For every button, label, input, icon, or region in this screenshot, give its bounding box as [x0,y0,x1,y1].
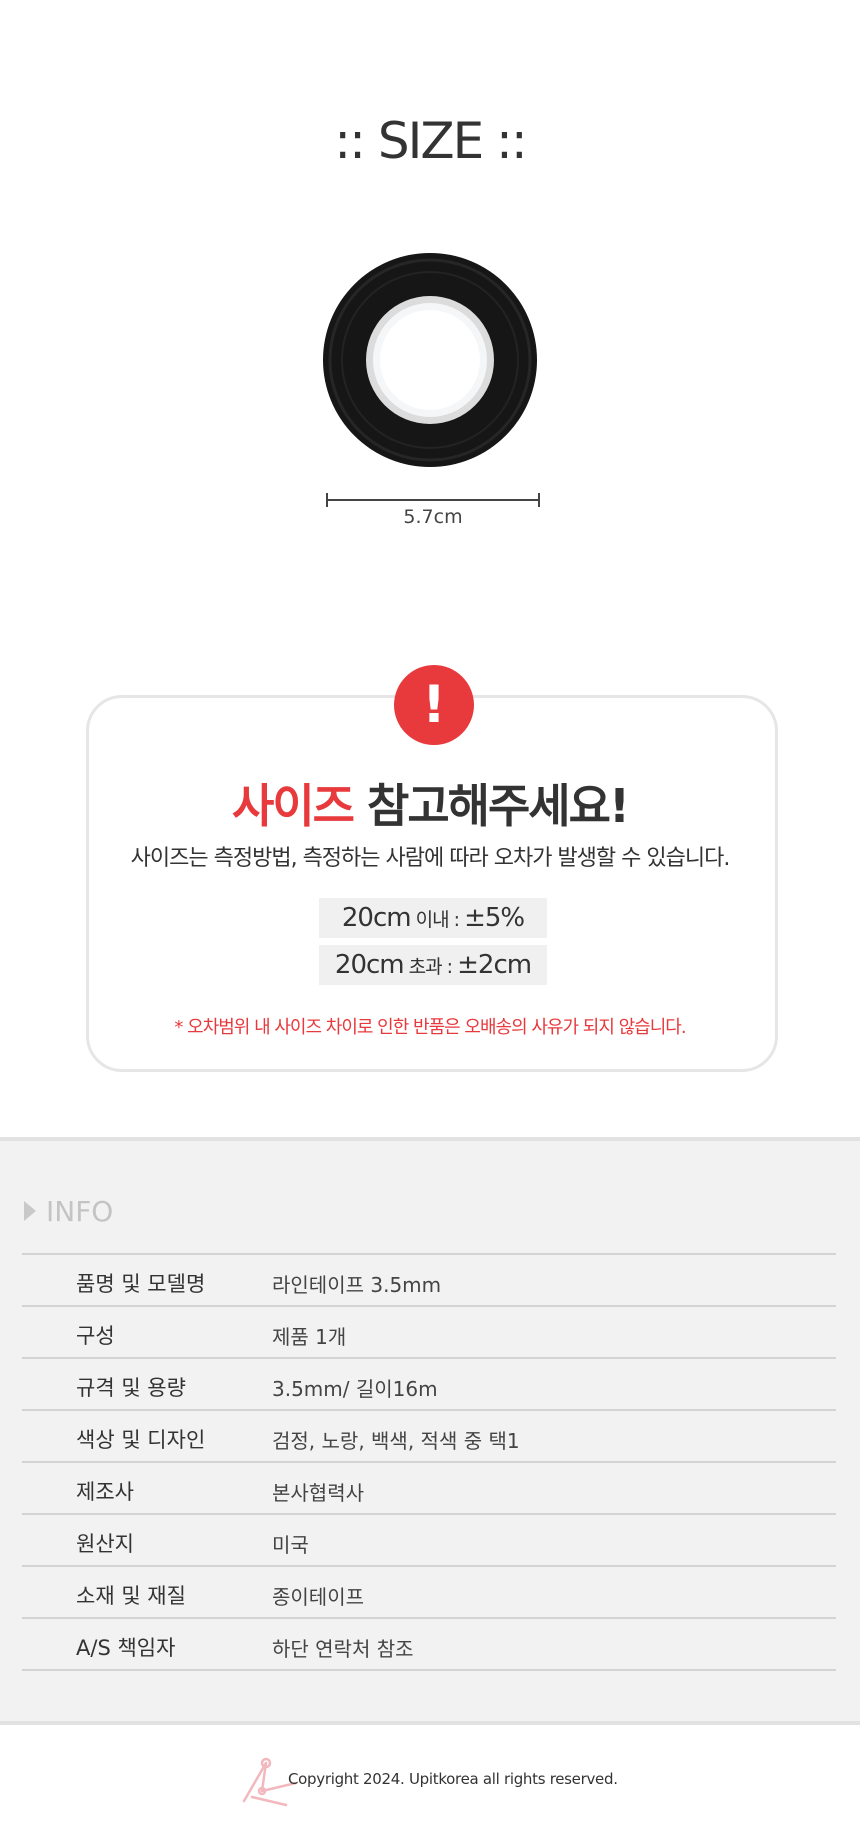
tolerance-qualifier: 초과 : [403,956,458,978]
row-value: 라인테이프 3.5mm [272,1273,442,1297]
row-value: 제품 1개 [272,1325,347,1349]
notice-warning: * 오차범위 내 사이즈 차이로 인한 반품은 오배송의 사유가 되지 않습니다… [174,1017,686,1038]
row-value: 종이테이프 [272,1585,364,1609]
row-value: 검정, 노랑, 백색, 적색 중 택1 [272,1429,520,1453]
row-value: 본사협력사 [272,1481,364,1505]
table-row: A/S 책임자 하단 연락처 참조 [22,1619,836,1671]
row-label: 품명 및 모델명 [76,1272,206,1296]
row-label: 구성 [76,1324,115,1348]
table-row: 품명 및 모델명 라인테이프 3.5mm [22,1255,836,1307]
tape-roll-image [323,253,537,467]
notice-title: 사이즈 참고해주세요! [0,770,860,836]
row-label: 원산지 [76,1532,134,1556]
tolerance-size: 20cm [334,950,405,980]
notice-title-highlight: 사이즈 [232,779,355,833]
notice-title-rest: 참고해주세요! [353,779,630,833]
measure-line [326,493,540,507]
tolerance-row: 20cm 초과 : ±2cm [319,945,547,985]
row-value: 미국 [272,1533,309,1557]
row-label: 규격 및 용량 [76,1376,186,1400]
table-row: 제조사 본사협력사 [22,1463,836,1515]
size-title: :: SIZE :: [334,112,528,170]
row-label: 소재 및 재질 [76,1584,186,1608]
measure-label: 5.7cm [403,506,463,528]
tolerance-row: 20cm 이내 : ±5% [319,898,547,938]
table-row: 구성 제품 1개 [22,1307,836,1359]
table-row: 색상 및 디자인 검정, 노랑, 백색, 적색 중 택1 [22,1411,836,1463]
tolerance-value: ±2cm [457,950,532,980]
info-table: 품명 및 모델명 라인테이프 3.5mm 구성 제품 1개 규격 및 용량 3.… [22,1253,836,1671]
table-row: 규격 및 용량 3.5mm/ 길이16m [22,1359,836,1411]
row-value: 하단 연락처 참조 [272,1637,414,1661]
row-label: A/S 책임자 [76,1636,176,1660]
triangle-right-icon [24,1201,36,1221]
info-section: INFO 품명 및 모델명 라인테이프 3.5mm 구성 제품 1개 규격 및 … [0,1137,860,1725]
notice-description: 사이즈는 측정방법, 측정하는 사람에 따라 오차가 발생할 수 있습니다. [130,846,731,871]
row-label: 제조사 [76,1480,134,1504]
alert-icon: ! [394,665,474,745]
row-value: 3.5mm/ 길이16m [272,1377,438,1401]
tolerance-qualifier: 이내 : [410,909,465,931]
info-heading-label: INFO [46,1195,114,1228]
table-row: 원산지 미국 [22,1515,836,1567]
tolerance-value: ±5% [464,903,525,933]
tolerance-size: 20cm [341,903,412,933]
table-row: 소재 및 재질 종이테이프 [22,1567,836,1619]
copyright-text: Copyright 2024. Upitkorea all rights res… [288,1770,618,1788]
row-label: 색상 및 디자인 [76,1428,206,1452]
